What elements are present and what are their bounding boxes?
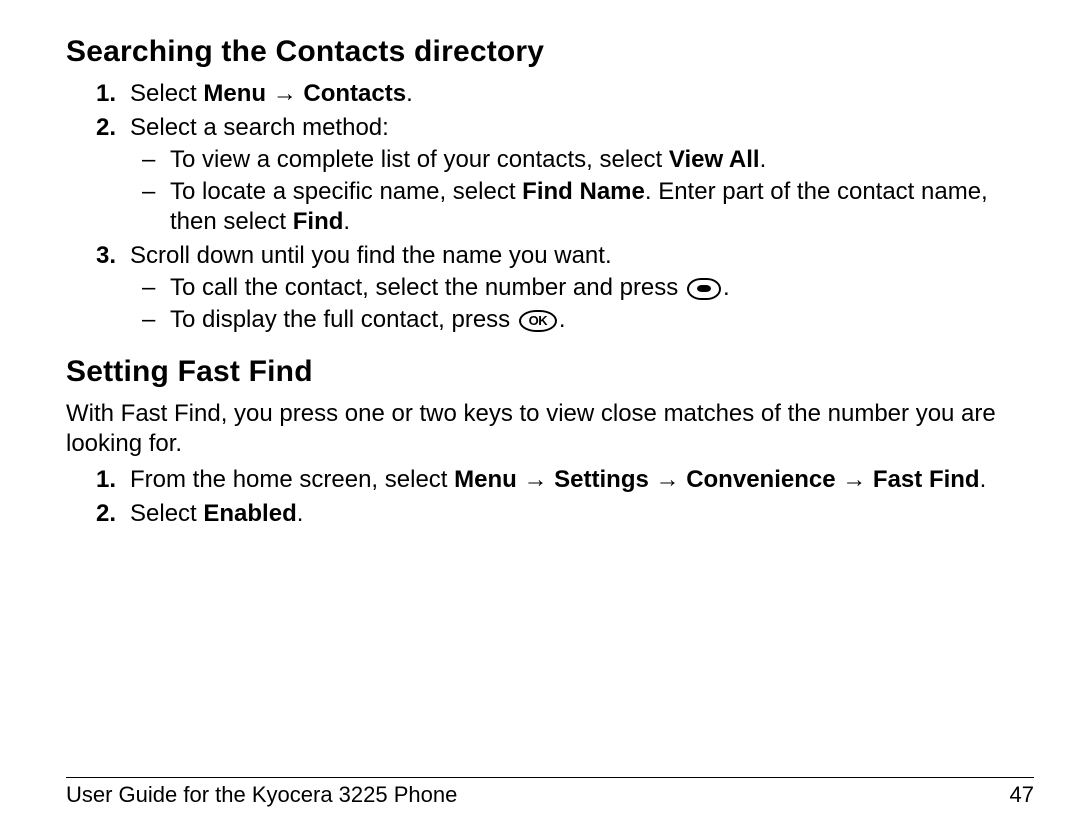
text: To display the full contact, press [170,306,517,333]
option-find-name: Find Name [522,178,645,205]
step-1: From the home screen, select Menu → Sett… [130,465,1034,495]
arrow: → [517,466,554,493]
text: To call the contact, select the number a… [170,274,685,301]
step-2: Select Enabled. [130,499,1034,529]
text: . [723,274,730,301]
ok-key-icon: OK [519,310,557,332]
option-enabled: Enabled [203,500,296,527]
text: . [760,146,767,173]
text: Select a search method: [130,114,389,141]
page-number: 47 [1010,782,1034,808]
arrow: → [649,466,686,493]
menu-path-menu: Menu [454,466,517,493]
heading-setting-fast-find: Setting Fast Find [66,355,1034,389]
option-find: Find [293,208,344,235]
footer-rule [66,777,1034,778]
step-3a: To call the contact, select the number a… [170,273,1034,303]
text: . [406,80,413,107]
call-key-icon [687,278,721,300]
text: Select [130,500,203,527]
menu-path-contacts: Contacts [303,80,406,107]
step-2a: To view a complete list of your contacts… [170,145,1034,175]
step-1: Select Menu → Contacts. [130,79,1034,109]
steps-fast-find: From the home screen, select Menu → Sett… [66,465,1034,529]
text: . [297,500,304,527]
menu-path-settings: Settings [554,466,649,493]
step-3: Scroll down until you find the name you … [130,241,1034,335]
text: Scroll down until you find the name you … [130,242,612,269]
text: To locate a specific name, select [170,178,522,205]
text: Select [130,80,203,107]
steps-searching-contacts: Select Menu → Contacts. Select a search … [66,79,1034,335]
step-2-options: To view a complete list of your contacts… [130,145,1034,237]
text: . [559,306,566,333]
footer-title: User Guide for the Kyocera 3225 Phone [66,782,457,808]
option-view-all: View All [669,146,760,173]
menu-path-menu: Menu [203,80,266,107]
menu-path-convenience: Convenience [686,466,835,493]
step-2: Select a search method: To view a comple… [130,113,1034,237]
page-footer: User Guide for the Kyocera 3225 Phone 47 [66,777,1034,808]
arrow: → [266,80,303,107]
step-2b: To locate a specific name, select Find N… [170,177,1034,237]
step-3b: To display the full contact, press OK. [170,305,1034,335]
arrow: → [836,466,873,493]
step-3-options: To call the contact, select the number a… [130,273,1034,335]
menu-path-fast-find: Fast Find [873,466,980,493]
heading-searching-contacts: Searching the Contacts directory [66,35,1034,69]
text: . [343,208,350,235]
text: . [980,466,987,493]
fast-find-intro: With Fast Find, you press one or two key… [66,399,1034,459]
text: To view a complete list of your contacts… [170,146,669,173]
text: From the home screen, select [130,466,454,493]
